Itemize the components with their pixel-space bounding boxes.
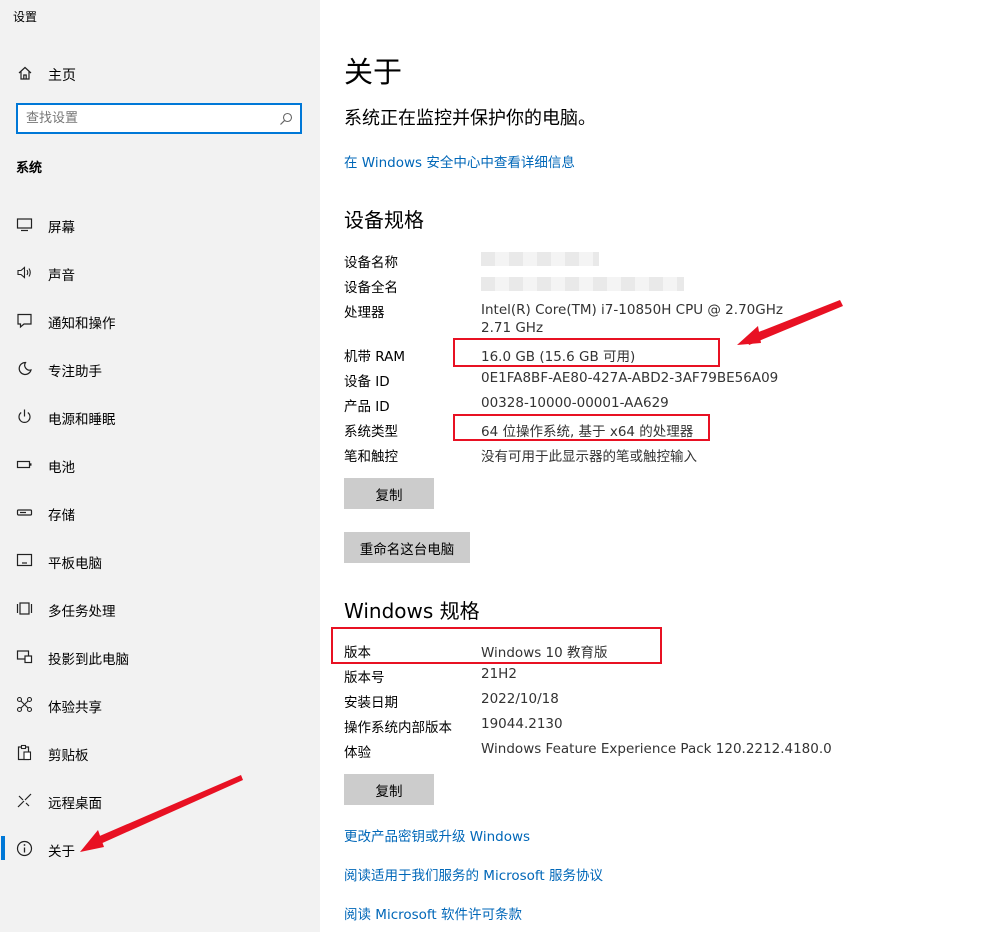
copy-windows-specs-button[interactable]: 复制	[344, 774, 434, 805]
sidebar-nav-item[interactable]: 关于	[0, 828, 320, 868]
search-box[interactable]	[16, 103, 302, 134]
spec-label-experience: 体验	[344, 745, 371, 761]
spec-value-product-id: 00328-10000-00001-AA629	[481, 395, 669, 411]
sidebar-nav-item[interactable]: 投影到此电脑	[0, 636, 320, 676]
spec-value-ram: 16.0 GB (15.6 GB 可用)	[481, 349, 636, 365]
sidebar-item-label: 关于	[48, 844, 75, 860]
sidebar-item-label: 电源和睡眠	[48, 412, 116, 428]
spec-label-os-build: 操作系统内部版本	[344, 720, 452, 736]
sidebar-item-label: 多任务处理	[48, 604, 116, 620]
sidebar-item-label: 屏幕	[48, 220, 75, 236]
search-input[interactable]	[26, 109, 271, 128]
sidebar-nav-item[interactable]: 平板电脑	[0, 540, 320, 580]
sidebar-item-home[interactable]: 主页	[0, 56, 320, 90]
sidebar-section-heading: 系统	[16, 161, 43, 176]
license-terms-link[interactable]: 阅读 Microsoft 软件许可条款	[344, 903, 522, 923]
spec-value-os-build: 19044.2130	[481, 716, 563, 732]
sidebar-nav-item[interactable]: 电源和睡眠	[0, 396, 320, 436]
spec-value-device-id: 0E1FA8BF-AE80-427A-ABD2-3AF79BE56A09	[481, 370, 779, 386]
sidebar-nav-item[interactable]: 剪贴板	[0, 732, 320, 772]
sidebar-item-label: 主页	[48, 68, 76, 84]
sidebar-nav-item[interactable]: 远程桌面	[0, 780, 320, 820]
windows-specs-heading: Windows 规格	[344, 599, 480, 623]
sidebar-item-label: 投影到此电脑	[48, 652, 129, 668]
sidebar-item-label: 存储	[48, 508, 75, 524]
protection-status: 系统正在监控并保护你的电脑。	[344, 108, 596, 129]
sidebar-nav-item[interactable]: 电池	[0, 444, 320, 484]
device-name-redacted	[481, 252, 599, 266]
spec-value-install-date: 2022/10/18	[481, 691, 559, 707]
spec-label-edition: 版本	[344, 645, 371, 661]
sidebar-nav-item[interactable]: 存储	[0, 492, 320, 532]
sidebar: 设置 主页 系统 屏幕声音通知和操作专注助手电源和睡眠电池存储平板电脑多任务处理…	[0, 0, 320, 932]
spec-label-ram: 机带 RAM	[344, 349, 406, 365]
sidebar-item-label: 通知和操作	[48, 316, 116, 332]
sidebar-nav-item[interactable]: 声音	[0, 252, 320, 292]
spec-label-product-id: 产品 ID	[344, 399, 390, 415]
spec-label-device-name: 设备名称	[344, 255, 398, 271]
storage-icon	[16, 509, 33, 516]
app-title: 设置	[13, 10, 38, 24]
spec-label-version: 版本号	[344, 670, 385, 686]
sidebar-nav-item[interactable]: 体验共享	[0, 684, 320, 724]
spec-value-system-type: 64 位操作系统, 基于 x64 的处理器	[481, 424, 694, 440]
projection-icon	[16, 650, 33, 664]
full-device-name-redacted	[481, 277, 684, 291]
copy-device-specs-button[interactable]: 复制	[344, 478, 434, 509]
sidebar-nav-item[interactable]: 多任务处理	[0, 588, 320, 628]
device-specs-heading: 设备规格	[344, 208, 424, 232]
spec-value-edition: Windows 10 教育版	[481, 645, 608, 661]
clipboard-icon	[17, 744, 32, 761]
main-content: 关于 系统正在监控并保护你的电脑。 在 Windows 安全中心中查看详细信息 …	[320, 0, 1002, 932]
moon-icon	[18, 361, 32, 376]
sidebar-item-label: 远程桌面	[48, 796, 102, 812]
page-title: 关于	[344, 55, 403, 89]
spec-label-full-device-name: 设备全名	[344, 280, 398, 296]
spec-value-version: 21H2	[481, 666, 517, 682]
battery-icon	[16, 460, 32, 469]
share-icon	[16, 696, 33, 713]
sidebar-nav-item[interactable]: 专注助手	[0, 348, 320, 388]
spec-label-install-date: 安装日期	[344, 695, 398, 711]
multitask-icon	[16, 602, 33, 615]
spec-value-pen-touch: 没有可用于此显示器的笔或触控输入	[481, 449, 697, 465]
remote-desktop-icon	[17, 793, 32, 808]
tablet-icon	[16, 553, 33, 567]
security-center-link[interactable]: 在 Windows 安全中心中查看详细信息	[344, 151, 575, 171]
spec-label-device-id: 设备 ID	[344, 374, 390, 390]
sidebar-item-label: 电池	[48, 460, 75, 476]
sidebar-item-label: 专注助手	[48, 364, 102, 380]
info-icon	[16, 840, 33, 857]
display-icon	[16, 218, 33, 232]
home-icon	[18, 66, 32, 80]
spec-value-processor: Intel(R) Core(TM) i7-10850H CPU @ 2.70GH…	[481, 302, 783, 336]
search-icon[interactable]	[279, 112, 293, 126]
change-product-key-link[interactable]: 更改产品密钥或升级 Windows	[344, 825, 530, 845]
spec-value-experience: Windows Feature Experience Pack 120.2212…	[481, 741, 832, 757]
sidebar-nav-item[interactable]: 通知和操作	[0, 300, 320, 340]
spec-label-processor: 处理器	[344, 305, 385, 321]
services-agreement-link[interactable]: 阅读适用于我们服务的 Microsoft 服务协议	[344, 864, 603, 884]
power-icon	[18, 409, 31, 423]
selection-indicator	[1, 836, 5, 860]
sidebar-item-label: 声音	[48, 268, 75, 284]
sidebar-item-label: 剪贴板	[48, 748, 89, 764]
sidebar-item-label: 体验共享	[48, 700, 102, 716]
sidebar-item-label: 平板电脑	[48, 556, 102, 572]
rename-pc-button[interactable]: 重命名这台电脑	[344, 532, 470, 563]
spec-label-system-type: 系统类型	[344, 424, 398, 440]
settings-window: 设置 主页 系统 屏幕声音通知和操作专注助手电源和睡眠电池存储平板电脑多任务处理…	[0, 0, 1002, 932]
spec-label-pen-touch: 笔和触控	[344, 449, 398, 465]
speaker-icon	[17, 266, 31, 279]
sidebar-nav-item[interactable]: 屏幕	[0, 204, 320, 244]
notification-icon	[17, 313, 32, 329]
